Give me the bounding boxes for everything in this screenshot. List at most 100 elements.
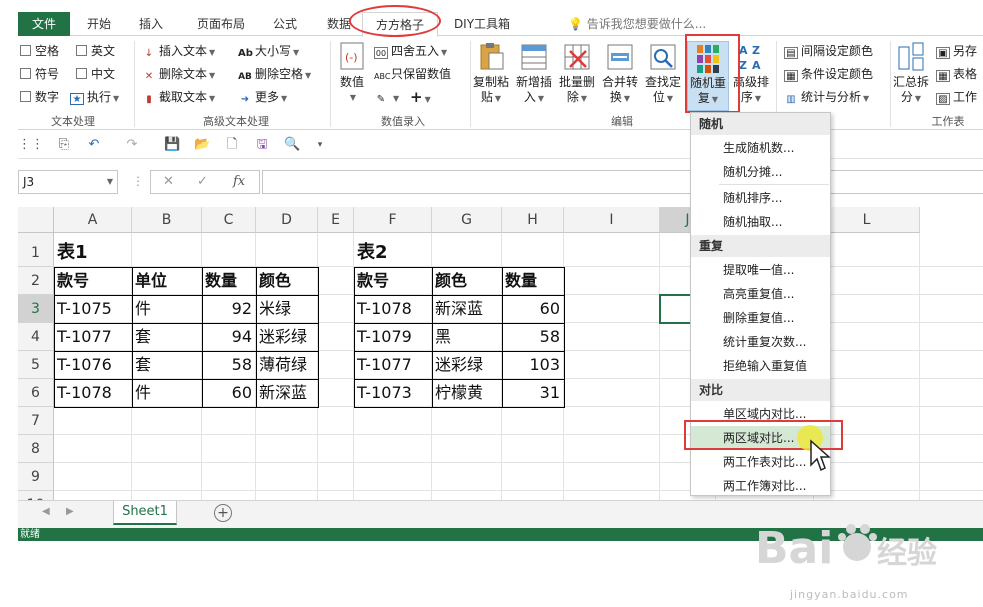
new-insert-button[interactable]: 新增插 入 ▼ — [513, 41, 555, 106]
copy-paste-button[interactable]: 复制粘 贴 ▼ — [470, 41, 512, 106]
table1-cell[interactable]: 新深蓝 — [256, 379, 317, 407]
summary-split-button[interactable]: 汇总拆 分 ▼ — [890, 41, 932, 106]
save-as-button[interactable]: ▣ 另存 — [936, 41, 977, 61]
worksheet-grid[interactable]: ABCDEFGHIJKL12345678910表1款号单位数量颜色T-1075件… — [18, 207, 983, 500]
table2-cell[interactable]: T-1078 — [354, 295, 431, 323]
checkbox-symbol[interactable]: 符号 — [20, 64, 59, 84]
interval-color-button[interactable]: ▤ 间隔设定颜色 — [784, 41, 873, 61]
case-button[interactable]: Ab 大小写 ▼ — [238, 41, 299, 61]
column-header-D[interactable]: D — [256, 207, 318, 233]
formula-input[interactable] — [262, 170, 983, 194]
condition-color-button[interactable]: ▦ 条件设定颜色 — [784, 64, 873, 84]
grid-select-icon[interactable]: ⋮⋮ — [18, 137, 44, 153]
table1-cell[interactable]: T-1076 — [54, 351, 131, 379]
delete-text-button[interactable]: ✕ 删除文本 ▼ — [142, 64, 215, 84]
column-header-C[interactable]: C — [202, 207, 256, 233]
menu-item-random-3[interactable]: 随机抽取... — [691, 210, 830, 234]
checkbox-space[interactable]: 空格 — [20, 41, 59, 61]
advanced-sort-button[interactable]: AZZA 高级排 序 ▼ — [730, 41, 772, 106]
table2-cell[interactable]: 新深蓝 — [432, 295, 501, 323]
name-box[interactable]: J3 ▼ — [18, 170, 118, 194]
random-repeat-button[interactable]: 随机重 复 ▼ — [687, 41, 729, 111]
table1-cell[interactable]: T-1078 — [54, 379, 131, 407]
menu-item-compare-0[interactable]: 单区域内对比... — [691, 402, 830, 426]
find-locate-button[interactable]: 查找定 位 ▼ — [642, 41, 684, 106]
column-header-H[interactable]: H — [502, 207, 564, 233]
worksheet-button[interactable]: ▨ 工作 — [936, 87, 977, 107]
row-header-7[interactable]: 7 — [18, 407, 54, 435]
table2-cell[interactable]: 柠檬黄 — [432, 379, 501, 407]
undo-icon[interactable]: ↶ — [86, 137, 102, 153]
column-header-A[interactable]: A — [54, 207, 132, 233]
row-header-9[interactable]: 9 — [18, 463, 54, 491]
menu-item-random-0[interactable]: 生成随机数... — [691, 136, 830, 160]
tab-diy-toolbox[interactable]: DIY工具箱 — [450, 12, 514, 36]
row-header-2[interactable]: 2 — [18, 267, 54, 295]
menu-item-compare-3[interactable]: 两工作簿对比... — [691, 474, 830, 498]
table2-cell[interactable]: 58 — [502, 323, 563, 351]
table2-cell[interactable]: T-1073 — [354, 379, 431, 407]
save-as-icon[interactable]: 🖫 — [254, 137, 270, 153]
select-all-corner[interactable] — [18, 207, 54, 233]
open-folder-icon[interactable]: 📂 — [194, 137, 210, 153]
cancel-icon[interactable]: ✕ — [163, 174, 174, 189]
sheet-tab-sheet1[interactable]: Sheet1 — [113, 501, 177, 525]
menu-item-repeat-3[interactable]: 统计重复次数... — [691, 330, 830, 354]
table1-cell[interactable]: 92 — [202, 295, 255, 323]
table1-header-cell[interactable]: 颜色 — [256, 267, 317, 295]
menu-item-random-1[interactable]: 随机分摊... — [691, 160, 830, 184]
table1-cell[interactable]: 94 — [202, 323, 255, 351]
tab-fangfang[interactable]: 方方格子 — [362, 12, 438, 37]
delete-space-button[interactable]: AB 删除空格 ▼ — [238, 64, 311, 84]
table1-cell[interactable]: 米绿 — [256, 295, 317, 323]
table1-cell[interactable]: 套 — [132, 323, 201, 351]
column-header-B[interactable]: B — [132, 207, 202, 233]
tab-file[interactable]: 文件 — [18, 12, 70, 36]
table1-header-cell[interactable]: 款号 — [54, 267, 131, 295]
insert-function-icon[interactable]: fx — [233, 174, 245, 189]
plus-button[interactable]: + ▼ — [410, 87, 431, 107]
column-header-F[interactable]: F — [354, 207, 432, 233]
cut-text-button[interactable]: ▮ 截取文本 ▼ — [142, 87, 215, 107]
tab-data[interactable]: 数据 — [320, 12, 358, 36]
numeric-value-button[interactable]: (-) 数值 ▼ — [331, 41, 373, 105]
menu-item-repeat-2[interactable]: 删除重复值... — [691, 306, 830, 330]
table1-cell[interactable]: T-1075 — [54, 295, 131, 323]
round-button[interactable]: 00 四舍五入 ▼ — [374, 41, 447, 61]
execute-button[interactable]: ★ 执行 ▼ — [70, 87, 119, 107]
table1-cell[interactable]: 件 — [132, 379, 201, 407]
tab-insert[interactable]: 插入 — [132, 12, 170, 36]
table2-cell[interactable]: 黑 — [432, 323, 501, 351]
checkbox-english[interactable]: 英文 — [76, 41, 115, 61]
table2-title[interactable]: 表2 — [354, 239, 431, 267]
row-header-5[interactable]: 5 — [18, 351, 54, 379]
tell-me-search[interactable]: 💡 告诉我您想要做什么... — [568, 12, 706, 36]
tab-page-layout[interactable]: 页面布局 — [190, 12, 252, 36]
redo-icon[interactable]: ↷ — [124, 137, 140, 153]
row-header-3[interactable]: 3 — [18, 295, 54, 323]
table2-cell[interactable]: 31 — [502, 379, 563, 407]
table1-cell[interactable]: 60 — [202, 379, 255, 407]
menu-item-repeat-0[interactable]: 提取唯一值... — [691, 258, 830, 282]
table2-header-cell[interactable]: 数量 — [502, 267, 563, 295]
customize-qat-icon[interactable]: ▾ — [312, 137, 328, 153]
table2-cell[interactable]: 103 — [502, 351, 563, 379]
table2-cell[interactable]: 60 — [502, 295, 563, 323]
table1-cell[interactable]: 套 — [132, 351, 201, 379]
menu-item-repeat-1[interactable]: 高亮重复值... — [691, 282, 830, 306]
row-header-1[interactable]: 1 — [18, 233, 54, 267]
table-format-button[interactable]: ▦ 表格 — [936, 64, 977, 84]
checkbox-digit[interactable]: 数字 — [20, 87, 59, 107]
table2-header-cell[interactable]: 款号 — [354, 267, 431, 295]
table1-title[interactable]: 表1 — [54, 239, 131, 267]
table2-header-cell[interactable]: 颜色 — [432, 267, 501, 295]
copy-format-icon[interactable]: ⎘ — [56, 137, 72, 153]
row-header-6[interactable]: 6 — [18, 379, 54, 407]
add-sheet-icon[interactable]: + — [214, 504, 232, 522]
column-header-E[interactable]: E — [318, 207, 354, 233]
insert-text-button[interactable]: ↓ 插入文本 ▼ — [142, 41, 215, 61]
tab-home[interactable]: 开始 — [80, 12, 118, 36]
stats-analysis-button[interactable]: ▥ 统计与分析 ▼ — [784, 87, 869, 107]
table1-cell[interactable]: 薄荷绿 — [256, 351, 317, 379]
prev-sheet-icon[interactable]: ◀ — [42, 506, 50, 517]
